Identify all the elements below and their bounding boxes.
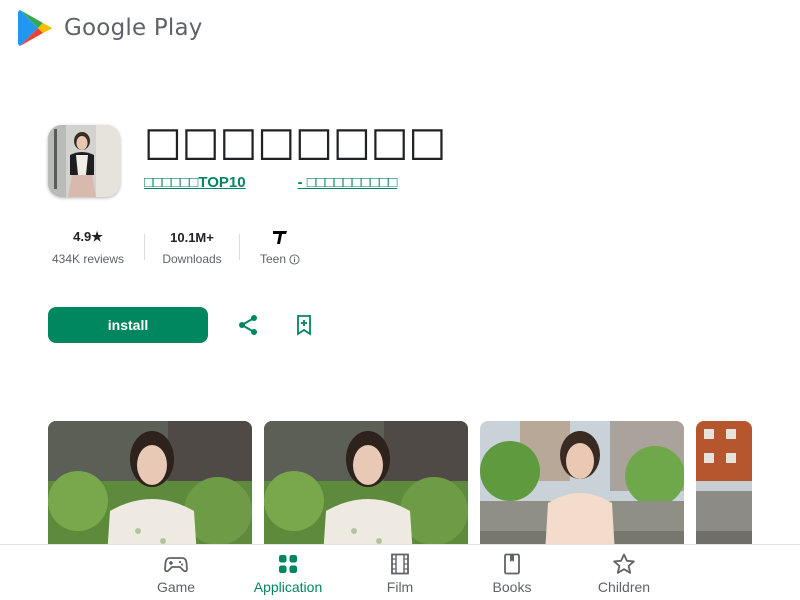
developer-name-right[interactable]: - □□□□□□□□□□ bbox=[298, 174, 398, 191]
header: Google Play bbox=[0, 0, 800, 58]
rating-stat: 4.9★ 434K reviews bbox=[48, 228, 128, 266]
share-icon[interactable] bbox=[236, 313, 260, 337]
film-icon bbox=[391, 553, 409, 575]
downloads-stat: 10.1M+ Downloads bbox=[161, 228, 223, 267]
nav-label-books: Books bbox=[492, 579, 532, 595]
content-rating-label: Teen bbox=[260, 252, 300, 266]
app-title: □□□□□□□□ bbox=[144, 119, 447, 165]
nav-label-game: Game bbox=[156, 579, 196, 595]
nav-label-children: Children bbox=[597, 579, 651, 595]
book-icon bbox=[504, 553, 520, 575]
install-button[interactable]: install bbox=[48, 307, 208, 343]
play-triangle-icon bbox=[18, 10, 52, 46]
stat-divider bbox=[144, 234, 145, 260]
nav-item-application[interactable]: Application bbox=[238, 553, 338, 595]
nav-item-books[interactable]: Books bbox=[462, 553, 562, 595]
brand-name: Google Play bbox=[64, 15, 203, 41]
bottom-navigation: Game Application Film Books Children bbox=[0, 544, 800, 600]
bookmark-add-icon[interactable] bbox=[292, 313, 316, 337]
rating-value: 4.9★ bbox=[73, 229, 103, 244]
teen-rating-icon bbox=[272, 228, 288, 246]
content-rating-stat[interactable]: Teen bbox=[256, 228, 304, 266]
stat-divider bbox=[239, 234, 240, 260]
nav-item-children[interactable]: Children bbox=[574, 553, 674, 595]
content-rating-text: Teen bbox=[259, 252, 287, 266]
nav-item-film[interactable]: Film bbox=[350, 553, 450, 595]
app-stats: 4.9★ 434K reviews 10.1M+ Downloads Teen bbox=[48, 228, 304, 266]
apps-icon bbox=[279, 555, 297, 573]
downloads-value: 10.1M+ bbox=[170, 229, 214, 245]
google-play-logo[interactable]: Google Play bbox=[18, 9, 203, 47]
rating-label: 434K reviews bbox=[51, 252, 125, 266]
nav-label-film: Film bbox=[386, 579, 414, 595]
nav-item-game[interactable]: Game bbox=[126, 553, 226, 595]
star-icon bbox=[613, 553, 635, 574]
gamepad-icon bbox=[164, 557, 188, 573]
developer-name-left[interactable]: □□□□□□TOP10 bbox=[144, 174, 246, 191]
developer-link[interactable]: □□□□□□TOP10 - □□□□□□□□□□ bbox=[144, 174, 397, 191]
info-icon[interactable] bbox=[289, 253, 300, 265]
nav-label-application: Application bbox=[253, 579, 323, 595]
downloads-label: Downloads bbox=[162, 252, 222, 266]
app-icon bbox=[48, 125, 120, 197]
